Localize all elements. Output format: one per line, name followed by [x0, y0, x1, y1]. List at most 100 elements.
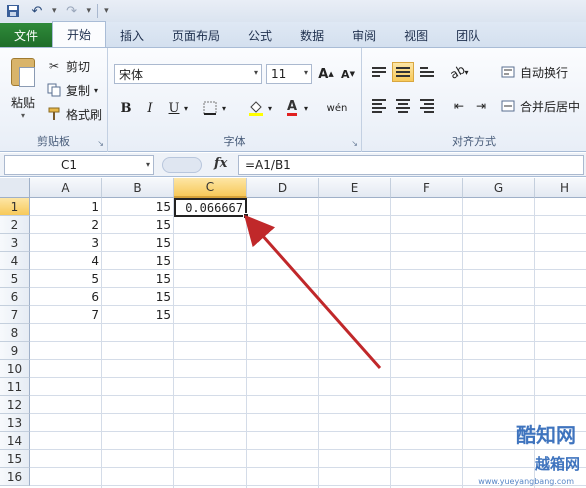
align-left-button[interactable] [368, 96, 390, 116]
ribbon: 粘贴 ▾ ✂ 剪切 复制 ▾ 格式刷 剪贴板 ↘ 宋体 ▾ 11 ▾ A ▲ A… [0, 48, 586, 152]
format-painter-button[interactable]: 格式刷 [46, 104, 102, 124]
phonetic-button[interactable]: wén [324, 98, 350, 118]
orientation-icon: ab [447, 62, 467, 82]
borders-button[interactable] [200, 98, 220, 118]
merge-center-button[interactable]: 合并后居中 [500, 96, 580, 116]
chevron-down-icon: ▾ [145, 160, 150, 169]
toolbar-divider [97, 4, 99, 18]
wrap-text-icon [500, 64, 516, 80]
increase-indent-icon: ⇥ [475, 99, 487, 113]
watermark-url: www.yueyangbang.com [478, 477, 574, 486]
copy-label: 复制 [66, 83, 91, 98]
tab-formulas[interactable]: 公式 [234, 23, 286, 47]
shrink-font-label: A [341, 67, 350, 81]
paintbrush-icon [46, 106, 62, 122]
copy-button[interactable]: 复制 ▾ [46, 80, 98, 100]
borders-dropdown-icon[interactable]: ▾ [222, 104, 226, 113]
name-box[interactable]: C1 ▾ [4, 155, 154, 175]
increase-indent-button[interactable]: ⇥ [470, 96, 492, 116]
scissors-icon: ✂ [48, 59, 60, 73]
font-name-value: 宋体 [119, 67, 144, 82]
cut-button[interactable]: ✂ 剪切 [46, 56, 90, 76]
align-bottom-icon [420, 67, 434, 77]
tab-home[interactable]: 开始 [52, 21, 107, 47]
font-group: 宋体 ▾ 11 ▾ A ▲ A ▼ B I U ▾ ▾ ▾ A ▾ wén 字体 ↘ [108, 48, 362, 152]
undo-icon[interactable]: ↶ [28, 2, 46, 20]
watermark-logo-text-2: 越箱网 [534, 455, 580, 473]
watermark-logo-text: 酷知网 [516, 423, 576, 447]
tab-page-layout[interactable]: 页面布局 [158, 23, 234, 47]
wrap-text-button[interactable]: 自动换行 [500, 62, 568, 82]
alignment-group-label: 对齐方式 [452, 135, 496, 148]
tab-insert[interactable]: 插入 [106, 23, 158, 47]
tab-file[interactable]: 文件 [0, 23, 52, 47]
fill-color-dropdown-icon[interactable]: ▾ [268, 104, 272, 113]
phonetic-icon: wén [326, 102, 348, 114]
grow-font-label: A [318, 66, 329, 82]
align-center-icon [396, 99, 410, 113]
grow-font-button[interactable]: A ▲ [316, 64, 336, 84]
italic-button[interactable]: I [140, 98, 160, 118]
orientation-button[interactable]: ab ▾ [447, 62, 470, 82]
font-color-button[interactable]: A [282, 98, 302, 118]
align-top-button[interactable] [368, 62, 390, 82]
font-size-select[interactable]: 11 ▾ [266, 64, 312, 84]
cut-label: 剪切 [66, 59, 91, 74]
clipboard-group: 粘贴 ▾ ✂ 剪切 复制 ▾ 格式刷 剪贴板 ↘ [0, 48, 108, 152]
dialog-launcher-icon[interactable]: ↘ [97, 139, 104, 148]
formula-bar-resizer[interactable] [162, 157, 202, 173]
customize-toolbar-icon[interactable]: ▾ [104, 6, 109, 16]
font-group-label: 字体 [223, 135, 246, 148]
tab-view[interactable]: 视图 [390, 23, 442, 47]
tab-data[interactable]: 数据 [286, 23, 338, 47]
paste-button[interactable]: 粘贴 ▾ [6, 54, 40, 120]
align-middle-icon [396, 67, 410, 77]
tab-review[interactable]: 审阅 [338, 23, 390, 47]
paint-bucket-icon [249, 101, 263, 116]
align-bottom-button[interactable] [416, 62, 438, 82]
redo-dropdown-icon[interactable]: ▾ [87, 6, 92, 16]
quick-access-toolbar: ↶ ▾ ↷ ▾ ▾ [0, 0, 586, 22]
dialog-launcher-icon[interactable]: ↘ [351, 139, 358, 148]
align-right-button[interactable] [416, 96, 438, 116]
save-icon[interactable] [4, 2, 22, 20]
paste-icon [11, 58, 35, 87]
chevron-down-icon: ▾ [303, 68, 308, 77]
align-middle-button[interactable] [392, 62, 414, 82]
underline-dropdown-icon[interactable]: ▾ [184, 104, 188, 113]
chevron-down-icon: ▾ [253, 68, 258, 77]
underline-button[interactable]: U [164, 98, 184, 118]
ribbon-tabs: 文件 开始 插入 页面布局 公式 数据 审阅 视图 团队 [0, 21, 586, 48]
redo-icon[interactable]: ↷ [63, 2, 81, 20]
name-box-value: C1 [61, 158, 78, 172]
font-color-dropdown-icon[interactable]: ▾ [304, 104, 308, 113]
formula-bar: C1 ▾ fx =A1/B1 [0, 153, 586, 177]
alignment-group: ab ▾ 自动换行 ⇤ ⇥ 合并后居中 对齐方式 [362, 48, 586, 152]
spreadsheet-grid: ABCDEFGH 1 2 3 4 5 6 7 8 9 10 11 12 13 14 15 16 1234567… [0, 178, 586, 488]
paste-dropdown-icon: ▾ [20, 111, 25, 120]
font-name-select[interactable]: 宋体 ▾ [114, 64, 262, 84]
clipboard-group-label: 剪贴板 [37, 135, 70, 148]
paste-label: 粘贴 [10, 96, 35, 110]
copy-icon [46, 82, 62, 98]
decrease-indent-button[interactable]: ⇤ [448, 96, 470, 116]
font-color-icon: A [286, 98, 298, 116]
align-left-icon [372, 99, 386, 113]
formula-value: =A1/B1 [245, 158, 291, 172]
merge-center-label: 合并后居中 [520, 99, 581, 114]
wrap-text-label: 自动换行 [520, 65, 569, 80]
format-painter-label: 格式刷 [66, 107, 103, 122]
undo-dropdown-icon[interactable]: ▾ [52, 6, 57, 16]
formula-input[interactable]: =A1/B1 [238, 155, 584, 175]
watermark: 酷知网 越箱网 www.yueyangbang.com [416, 408, 586, 488]
bold-button[interactable]: B [116, 98, 136, 118]
borders-icon [203, 101, 217, 115]
align-top-icon [372, 67, 386, 77]
insert-function-icon[interactable]: fx [214, 156, 227, 171]
align-center-button[interactable] [392, 96, 414, 116]
shrink-font-button[interactable]: A ▼ [338, 64, 358, 84]
tab-team[interactable]: 团队 [442, 23, 494, 47]
merge-cells-icon [500, 98, 516, 114]
decrease-indent-icon: ⇤ [453, 99, 465, 113]
fill-color-button[interactable] [246, 98, 266, 118]
